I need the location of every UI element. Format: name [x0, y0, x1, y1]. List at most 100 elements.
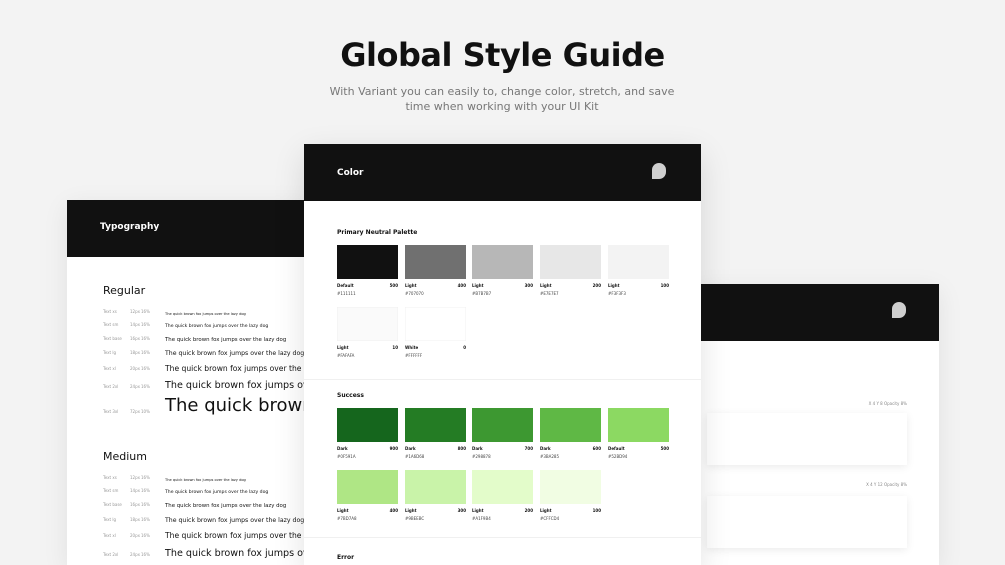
swatch-box [540, 245, 601, 279]
swatch-name: Light [405, 283, 417, 288]
style-spacing: 16% [141, 383, 150, 389]
color-swatch[interactable]: Dark 800 #1A6D68 [405, 408, 466, 459]
typography-row: Text 2xl 24px 16% The quick brown fox jumps… [103, 379, 317, 391]
style-name: Text base [103, 502, 122, 507]
swatch-hex: #52BD94 [608, 454, 628, 459]
swatch-meta: Light 300 [472, 283, 533, 291]
typography-row: Text xl 20px 16% The quick brown fox jumps … [103, 363, 317, 373]
typography-row: Text 3xl 72px10% The quick brown fox jumps… [103, 393, 317, 416]
typography-row: Text lg 18px 16% The quick brown fox jumps … [103, 514, 317, 524]
color-swatch[interactable]: White 0 #FFFFFF [405, 307, 466, 358]
type-sample: The quick brown fox jumps over the lazy … [165, 364, 317, 373]
swatch-meta: Light 400 [337, 508, 398, 516]
style-name: Text 3xl [103, 408, 119, 414]
shadow-label: X 4 Y 12 Opacity 8% [866, 482, 907, 487]
type-sample: The quick brown fox jumps over the lazy … [165, 324, 269, 329]
swatch-box [337, 470, 398, 504]
style-size: 20px [130, 533, 140, 538]
swatch-meta: Light 300 [405, 508, 466, 516]
type-sample: The quick brown fox jumps over the lazy … [165, 531, 317, 540]
style-spacing: 16% [141, 533, 150, 538]
color-card-title: Color [337, 168, 364, 178]
color-swatch[interactable]: Default 500 #111111 [337, 245, 398, 296]
color-swatch[interactable]: Light 300 #B7B7B7 [472, 245, 533, 296]
type-sample: The quick brown fox jumps over the lazy … [165, 547, 317, 559]
swatch-box [472, 408, 533, 442]
swatch-hex: #298878 [472, 454, 491, 459]
style-spacing: 16% [141, 551, 150, 557]
swatch-weight: 200 [524, 508, 533, 513]
type-sample: The quick brown fox jumps over the lazy … [165, 312, 246, 316]
type-sample: The quick brown fox jumps over the lazy … [165, 517, 305, 524]
swatch-meta: Light 100 [540, 508, 601, 516]
typography-card: Typography Regular Text xs 12px 16% The quic… [67, 200, 317, 565]
style-size: 72px [130, 408, 140, 414]
color-swatch[interactable]: Dark 600 #3BA285 [540, 408, 601, 459]
palette-title: Success [337, 392, 364, 399]
swatch-name: Dark [472, 446, 483, 451]
typography-row: Text xs 12px 16% The quick brown fox jumps … [103, 472, 317, 482]
color-swatch[interactable]: Light 100 #CFFCD4 [540, 470, 601, 521]
swatch-hex: #9BEEBC [405, 516, 425, 521]
style-spacing: 10% [141, 408, 150, 414]
swatch-meta: Light 10 [337, 345, 398, 353]
color-swatch[interactable]: Light 100 #F3F3F3 [608, 245, 669, 296]
style-name: Text lg [103, 350, 117, 355]
swatch-box [472, 245, 533, 279]
swatch-hex: #E7E7E7 [540, 291, 559, 296]
swatch-weight: 100 [660, 283, 669, 288]
swatch-name: Dark [337, 446, 348, 451]
style-spacing: 16% [141, 502, 150, 507]
color-swatch[interactable]: Dark 700 #298878 [472, 408, 533, 459]
swatch-meta: Default 500 [608, 446, 669, 454]
type-sample: The quick brown fox jumps over the lazy … [165, 350, 305, 357]
swatch-meta: Dark 700 [472, 446, 533, 454]
style-name: Text xs [103, 309, 117, 314]
typography-row: Text 2xl 24px 16% The quick brown fox jumps… [103, 547, 317, 559]
swatch-hex: #7BD7A8 [337, 516, 357, 521]
color-swatch[interactable]: Default 500 #52BD94 [608, 408, 669, 459]
color-swatch[interactable]: Dark 900 #0F591A [337, 408, 398, 459]
color-swatch[interactable]: Light 300 #9BEEBC [405, 470, 466, 521]
color-swatch[interactable]: Light 200 #E7E7E7 [540, 245, 601, 296]
style-spacing: 16% [141, 336, 150, 341]
style-size: 16px [130, 502, 140, 507]
swatch-box [337, 408, 398, 442]
swatch-box [405, 245, 466, 279]
typography-card-title: Typography [100, 222, 160, 232]
style-spacing: 16% [141, 309, 150, 314]
swatch-name: Dark [540, 446, 551, 451]
color-swatch[interactable]: Light 400 #7BD7A8 [337, 470, 398, 521]
swatch-box [540, 470, 601, 504]
color-swatch[interactable]: Light 10 #FAFAFA [337, 307, 398, 358]
swatch-meta: Light 200 [540, 283, 601, 291]
typography-section-title: Medium [103, 450, 147, 463]
swatch-hex: #1A6D68 [405, 454, 425, 459]
swatch-name: Dark [405, 446, 416, 451]
swatch-box [337, 307, 398, 341]
swatch-meta: Light 200 [472, 508, 533, 516]
color-swatch[interactable]: Light 200 #A1F9B4 [472, 470, 533, 521]
style-name: Text lg [103, 517, 117, 522]
typography-row: Text sm 14px 16% The quick brown fox jumps … [103, 485, 317, 495]
swatch-weight: 500 [389, 283, 398, 288]
style-name: Text xl [103, 533, 116, 538]
swatch-hex: #707070 [405, 291, 424, 296]
shadow-sample-box [707, 413, 907, 465]
color-swatch[interactable]: Light 400 #707070 [405, 245, 466, 296]
style-size: 12px [130, 475, 140, 480]
p-logo-icon [892, 302, 906, 318]
swatch-name: White [405, 345, 419, 350]
style-name: Text xs [103, 475, 117, 480]
style-name: Text 2xl [103, 383, 119, 389]
style-size: 20px [130, 366, 140, 371]
shadow-card-header [693, 284, 939, 341]
swatch-weight: 0 [463, 345, 466, 350]
swatch-name: Light [540, 283, 552, 288]
p-logo-icon [652, 163, 666, 179]
swatch-name: Light [472, 283, 484, 288]
swatch-hex: #0F591A [337, 454, 356, 459]
swatch-weight: 800 [457, 446, 466, 451]
hero-subtitle: With Variant you can easily to, change c… [329, 85, 675, 113]
style-size: 18px [130, 517, 140, 522]
